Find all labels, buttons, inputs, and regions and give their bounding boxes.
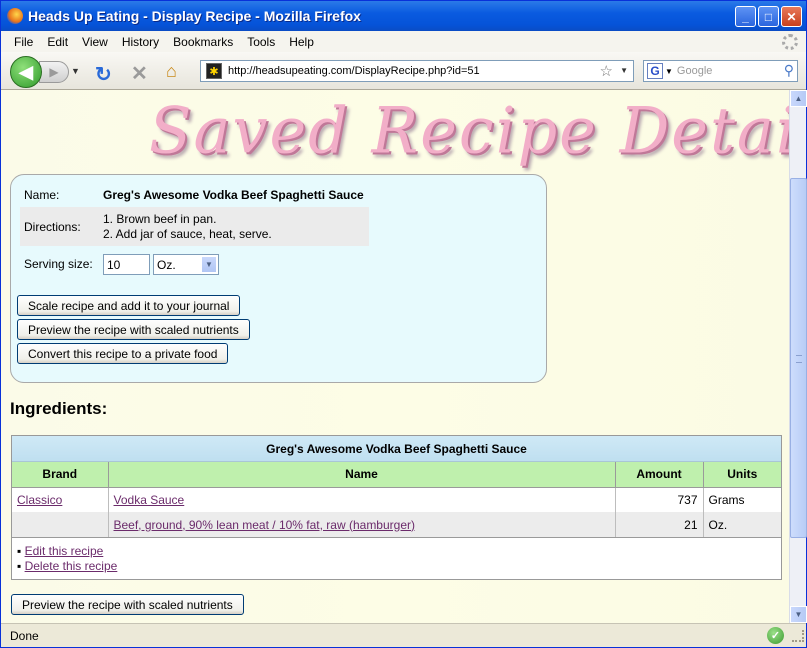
- title-bar: Heads Up Eating - Display Recipe - Mozil…: [1, 1, 806, 31]
- check-icon: ✓: [767, 627, 784, 644]
- directions-line-2: 2. Add jar of sauce, heat, serve.: [103, 227, 272, 241]
- menu-edit[interactable]: Edit: [40, 35, 75, 49]
- reload-icon[interactable]: ↻: [95, 62, 112, 87]
- menu-file[interactable]: File: [7, 35, 40, 49]
- url-text[interactable]: http://headsupeating.com/DisplayRecipe.p…: [228, 65, 480, 77]
- ingredients-table: Greg's Awesome Vodka Beef Spaghetti Sauc…: [11, 435, 782, 580]
- search-input[interactable]: Google: [677, 65, 712, 77]
- menu-history[interactable]: History: [115, 35, 166, 49]
- delete-recipe-link[interactable]: Delete this recipe: [25, 559, 118, 573]
- page-content: Saved Recipe Details Name: Greg's Awesom…: [1, 90, 789, 623]
- table-caption: Greg's Awesome Vodka Beef Spaghetti Sauc…: [12, 436, 781, 462]
- close-button[interactable]: ✕: [781, 6, 802, 27]
- history-dropdown-icon[interactable]: ▼: [71, 66, 80, 76]
- menu-help[interactable]: Help: [282, 35, 321, 49]
- stop-icon[interactable]: ✕: [131, 61, 148, 86]
- brand-link[interactable]: Classico: [17, 493, 62, 507]
- ingredients-heading: Ingredients:: [10, 399, 108, 418]
- convert-private-food-button[interactable]: Convert this recipe to a private food: [17, 343, 229, 364]
- vertical-scrollbar[interactable]: ▲ ▼: [789, 90, 807, 623]
- directions-label: Directions:: [24, 220, 81, 234]
- directions-line-1: 1. Brown beef in pan.: [103, 212, 217, 226]
- recipe-details-card: Name: Greg's Awesome Vodka Beef Spaghett…: [10, 174, 547, 383]
- scroll-down-icon[interactable]: ▼: [790, 606, 807, 623]
- amount-cell: 21: [615, 512, 704, 537]
- column-brand: Brand: [12, 462, 109, 488]
- serving-unit-value: Oz.: [157, 258, 176, 272]
- preview-nutrients-bottom-button[interactable]: Preview the recipe with scaled nutrients: [11, 594, 244, 615]
- scroll-up-icon[interactable]: ▲: [790, 90, 807, 107]
- status-bar: Done ✓: [1, 623, 806, 647]
- preview-nutrients-button[interactable]: Preview the recipe with scaled nutrients: [17, 319, 250, 340]
- search-box[interactable]: G ▼ Google ⚲: [643, 60, 798, 82]
- scroll-thumb[interactable]: [790, 178, 807, 538]
- ingredient-link[interactable]: Vodka Sauce: [114, 493, 185, 507]
- brand-cell: [12, 512, 109, 537]
- forward-button[interactable]: ▶: [39, 61, 69, 83]
- recipe-name: Greg's Awesome Vodka Beef Spaghetti Sauc…: [103, 188, 364, 202]
- table-row: Beef, ground, 90% lean meat / 10% fat, r…: [12, 512, 781, 537]
- google-engine-icon[interactable]: G: [647, 63, 663, 79]
- firefox-icon: [7, 8, 23, 24]
- recipe-actions: ▪ Edit this recipe ▪ Delete this recipe: [12, 537, 781, 579]
- minimize-button[interactable]: _: [735, 6, 756, 27]
- menu-view[interactable]: View: [75, 35, 115, 49]
- units-cell: Grams: [708, 492, 745, 507]
- menu-bar: File Edit View History Bookmarks Tools H…: [1, 31, 806, 52]
- site-favicon-icon: ✱: [206, 63, 222, 79]
- edit-recipe-link[interactable]: Edit this recipe: [25, 544, 104, 558]
- window-title: Heads Up Eating - Display Recipe - Mozil…: [28, 8, 361, 24]
- browser-window: Heads Up Eating - Display Recipe - Mozil…: [0, 0, 807, 648]
- scale-recipe-button[interactable]: Scale recipe and add it to your journal: [17, 295, 241, 316]
- grip-icon: [796, 355, 802, 363]
- search-icon[interactable]: ⚲: [784, 62, 794, 79]
- table-header-row: Brand Name Amount Units: [12, 462, 781, 488]
- amount-cell: 737: [615, 487, 704, 512]
- directions-row: Directions: 1. Brown beef in pan. 2. Add…: [20, 207, 369, 246]
- resize-grip-icon[interactable]: [792, 630, 804, 642]
- units-cell: Oz.: [703, 512, 781, 537]
- page-title: Saved Recipe Details: [149, 92, 789, 169]
- address-bar[interactable]: ✱ http://headsupeating.com/DisplayRecipe…: [200, 60, 634, 82]
- menu-tools[interactable]: Tools: [240, 35, 282, 49]
- maximize-button[interactable]: □: [758, 6, 779, 27]
- serving-unit-select[interactable]: Oz. ▼: [153, 254, 219, 275]
- back-button[interactable]: ◀: [10, 56, 42, 88]
- name-label: Name:: [24, 188, 60, 202]
- engine-dropdown-icon[interactable]: ▼: [665, 67, 673, 76]
- chevron-down-icon[interactable]: ▼: [201, 256, 217, 273]
- serving-size-label: Serving size:: [24, 257, 93, 271]
- table-row: Classico Vodka Sauce 737 Grams: [12, 487, 781, 512]
- home-icon[interactable]: ⌂: [166, 61, 177, 82]
- ingredient-link[interactable]: Beef, ground, 90% lean meat / 10% fat, r…: [114, 518, 416, 532]
- url-dropdown-icon[interactable]: ▼: [620, 66, 628, 75]
- serving-size-input[interactable]: 10: [103, 254, 150, 275]
- column-name: Name: [108, 462, 616, 488]
- column-units: Units: [703, 462, 781, 488]
- throbber-icon: [782, 34, 798, 50]
- status-text: Done: [10, 628, 39, 643]
- bookmark-star-icon[interactable]: ☆: [600, 62, 613, 80]
- menu-bookmarks[interactable]: Bookmarks: [166, 35, 240, 49]
- column-amount: Amount: [615, 462, 704, 488]
